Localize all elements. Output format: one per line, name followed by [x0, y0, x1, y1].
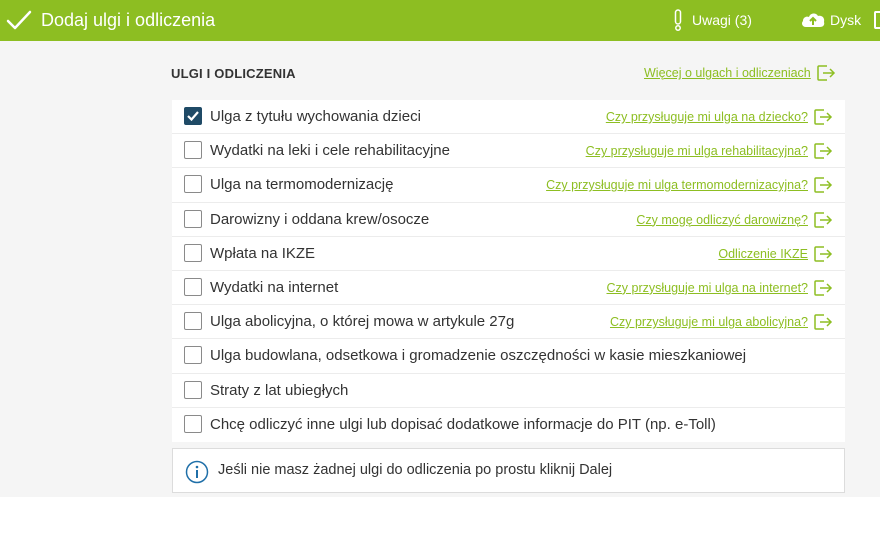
deduction-help-link[interactable]: Czy mogę odliczyć darowiznę? [636, 211, 833, 229]
exclamation-icon [674, 9, 682, 31]
arrow-right-icon [814, 109, 833, 125]
deduction-help-link-text: Czy przysługuje mi ulga abolicyjna? [609, 315, 808, 330]
deduction-row: Straty z lat ubiegłych [172, 374, 845, 408]
deduction-help-link-text: Odliczenie IKZE [718, 246, 808, 261]
info-text: Jeśli nie masz żadnej ulgi do odliczenia… [218, 462, 613, 478]
deduction-help-link-text: Czy mogę odliczyć darowiznę? [636, 212, 808, 227]
deduction-help-link[interactable]: Odliczenie IKZE [718, 245, 833, 263]
deduction-help-link[interactable]: Czy przysługuje mi ulga na dziecko? [606, 108, 833, 126]
deduction-checkbox[interactable] [184, 414, 202, 433]
more-info-link[interactable]: Więcej o ulgach i odliczeniach [644, 64, 836, 82]
deduction-row: Ulga abolicyjna, o której mowa w artykul… [172, 305, 845, 340]
check-icon [6, 10, 32, 30]
arrow-right-icon [814, 280, 833, 296]
arrow-right-icon [814, 177, 833, 194]
deduction-help-link[interactable]: Czy przysługuje mi ulga na internet? [607, 279, 834, 297]
deduction-checkbox[interactable] [184, 107, 202, 125]
deduction-label[interactable]: Ulga na termomodernizację [210, 176, 393, 193]
top-bar: Dodaj ulgi i odliczenia Uwagi (3) Dysk [0, 0, 880, 41]
deduction-label[interactable]: Wpłata na IKZE [210, 245, 315, 262]
info-icon [185, 460, 209, 484]
cloud-icon [802, 13, 825, 27]
deduction-help-link-text: Czy przysługuje mi ulga termomodernizacy… [546, 178, 808, 193]
arrow-right-icon [814, 211, 833, 228]
page-title: Dodaj ulgi i odliczenia [41, 10, 216, 30]
section-heading: ULGI I ODLICZENIA [171, 66, 296, 81]
deduction-help-link[interactable]: Czy przysługuje mi ulga rehabilitacyjna? [586, 142, 833, 160]
deduction-label[interactable]: Ulga budowlana, odsetkowa i gromadzenie … [210, 347, 746, 364]
deduction-checkbox[interactable] [184, 243, 202, 262]
info-box: Jeśli nie masz żadnej ulgi do odliczenia… [172, 448, 845, 493]
deduction-label[interactable]: Wydatki na leki i cele rehabilitacyjne [210, 142, 450, 159]
deduction-help-link[interactable]: Czy przysługuje mi ulga termomodernizacy… [546, 176, 833, 194]
arrow-right-icon [814, 246, 833, 262]
deduction-checkbox[interactable] [184, 277, 202, 296]
deduction-help-link-text: Czy przysługuje mi ulga rehabilitacyjna? [585, 144, 808, 159]
arrow-right-icon [817, 65, 835, 81]
remarks-label: Uwagi (3) [692, 12, 752, 28]
deductions-list: Ulga z tytułu wychowania dzieci Czy przys… [172, 100, 845, 442]
deduction-row: Ulga na termomodernizację Czy przysługuje… [172, 168, 845, 203]
deduction-checkbox[interactable] [184, 346, 202, 365]
deduction-checkbox[interactable] [184, 312, 202, 331]
more-info-link-text: Więcej o ulgach i odliczeniach [644, 66, 811, 80]
deduction-help-link-text: Czy przysługuje mi ulga na internet? [606, 280, 809, 295]
deduction-row: Ulga budowlana, odsetkowa i gromadzenie … [172, 339, 845, 374]
remarks-button[interactable]: Uwagi (3) [672, 9, 752, 31]
arrow-right-icon [814, 314, 833, 330]
deduction-label[interactable]: Chcę odliczyć inne ulgi lub dopisać doda… [210, 416, 716, 433]
checkmark-icon [187, 111, 199, 122]
menu-icon[interactable] [874, 11, 880, 29]
deduction-checkbox[interactable] [184, 175, 202, 194]
deduction-checkbox[interactable] [184, 380, 202, 399]
deduction-row: Chcę odliczyć inne ulgi lub dopisać doda… [172, 408, 845, 442]
deduction-checkbox[interactable] [184, 141, 202, 160]
deduction-row: Darowizny i oddana krew/osocze Czy mogę o… [172, 203, 845, 237]
deduction-help-link-text: Czy przysługuje mi ulga na dziecko? [605, 110, 808, 124]
deduction-checkbox[interactable] [184, 209, 202, 228]
deduction-help-link[interactable]: Czy przysługuje mi ulga abolicyjna? [610, 313, 833, 331]
arrow-right-icon [814, 143, 833, 159]
deduction-row: Wydatki na internet Czy przysługuje mi ul… [172, 271, 845, 306]
disk-button[interactable]: Dysk [800, 9, 861, 31]
deduction-label[interactable]: Ulga z tytułu wychowania dzieci [210, 108, 421, 125]
deduction-row: Wpłata na IKZE Odliczenie IKZE [172, 237, 845, 271]
deduction-label[interactable]: Darowizny i oddana krew/osocze [210, 211, 429, 228]
deduction-label[interactable]: Straty z lat ubiegłych [210, 382, 348, 399]
deduction-label[interactable]: Wydatki na internet [210, 279, 338, 296]
deduction-row: Ulga z tytułu wychowania dzieci Czy przys… [172, 100, 845, 135]
deduction-label[interactable]: Ulga abolicyjna, o której mowa w artykul… [210, 313, 514, 330]
deduction-row: Wydatki na leki i cele rehabilitacyjne Cz… [172, 134, 845, 169]
disk-label: Dysk [830, 12, 862, 28]
